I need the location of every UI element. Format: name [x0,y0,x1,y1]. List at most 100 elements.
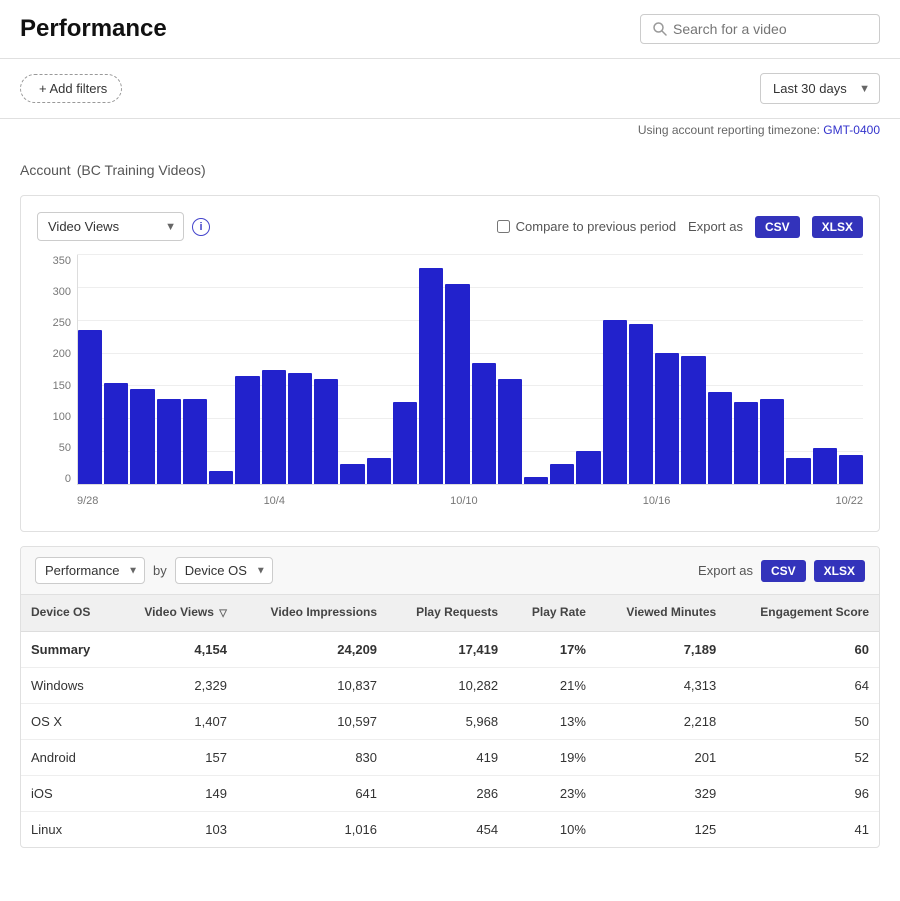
table-toolbar: Performance ▼ by Device OS Country Playe… [21,547,879,595]
account-section: Account (BC Training Videos) [0,145,900,181]
add-filters-label: + Add filters [39,81,107,96]
x-label-928: 9/28 [77,495,98,507]
row-engagement-score: 50 [726,703,879,739]
account-subtitle: (BC Training Videos) [77,162,206,178]
row-video-impressions: 10,837 [237,667,387,703]
account-title: Account [20,162,71,178]
table-row: Android 157 830 419 19% 201 52 [21,739,879,775]
row-viewed-minutes: 2,218 [596,703,726,739]
row-play-rate: 13% [508,703,596,739]
header: Performance [0,0,900,59]
table-csv-button[interactable]: CSV [761,560,806,582]
col-viewed-minutes: Viewed Minutes [596,595,726,631]
col-play-rate: Play Rate [508,595,596,631]
col-play-requests: Play Requests [387,595,508,631]
timezone-link[interactable]: GMT-0400 [823,123,880,137]
info-icon[interactable]: i [192,218,210,236]
bar-18 [550,464,574,484]
chart-container: Video Views Play Rate Video Impressions … [20,195,880,532]
col-video-impressions: Video Impressions [237,595,387,631]
col-device-os: Device OS [21,595,115,631]
chart-csv-button[interactable]: CSV [755,216,800,238]
summary-play-rate: 17% [508,631,596,667]
export-as-label: Export as [688,219,743,234]
metric-select[interactable]: Video Views Play Rate Video Impressions … [37,212,184,241]
x-label-1022: 10/22 [835,495,863,507]
by-label: by [153,563,167,578]
row-play-requests: 454 [387,811,508,847]
dimension-select-wrap: Device OS Country Player Video ▼ [175,557,273,584]
summary-viewed-minutes: 7,189 [596,631,726,667]
timezone-text: Using account reporting timezone: [638,123,820,137]
bar-20 [603,320,627,484]
y-label-200: 200 [53,348,71,360]
bar-17 [524,477,548,484]
bar-28 [813,448,837,484]
col-engagement-score: Engagement Score [726,595,879,631]
chart-bars [77,255,863,485]
chart-xlsx-button[interactable]: XLSX [812,216,863,238]
toolbar: + Add filters Last 30 days Last 7 days L… [0,59,900,119]
bar-25 [734,402,758,484]
add-filters-button[interactable]: + Add filters [20,74,122,103]
row-engagement-score: 52 [726,739,879,775]
row-device-os: Windows [21,667,115,703]
row-play-requests: 286 [387,775,508,811]
bar-14 [445,284,469,484]
row-play-rate: 10% [508,811,596,847]
row-video-views: 157 [115,739,237,775]
compare-label[interactable]: Compare to previous period [497,219,676,234]
row-video-views: 149 [115,775,237,811]
row-play-rate: 21% [508,667,596,703]
bar-27 [786,458,810,484]
row-play-requests: 10,282 [387,667,508,703]
search-input[interactable] [673,21,867,37]
row-play-requests: 5,968 [387,703,508,739]
table-xlsx-button[interactable]: XLSX [814,560,865,582]
row-video-impressions: 641 [237,775,387,811]
table-row: iOS 149 641 286 23% 329 96 [21,775,879,811]
bar-1 [104,383,128,484]
table-section: Performance ▼ by Device OS Country Playe… [20,546,880,848]
bar-chart-area: 0 50 100 150 200 250 300 350 9/28 10/4 1… [37,255,863,515]
compare-checkbox[interactable] [497,220,510,233]
bar-15 [472,363,496,484]
summary-engagement-score: 60 [726,631,879,667]
row-device-os: Linux [21,811,115,847]
bar-9 [314,379,338,484]
row-video-impressions: 10,597 [237,703,387,739]
row-play-requests: 419 [387,739,508,775]
bar-0 [78,330,102,484]
table-toolbar-right: Export as CSV XLSX [698,560,865,582]
dimension-select[interactable]: Device OS Country Player Video [175,557,273,584]
table-row: Windows 2,329 10,837 10,282 21% 4,313 64 [21,667,879,703]
bar-5 [209,471,233,484]
table-export-label: Export as [698,563,753,578]
y-label-300: 300 [53,286,71,298]
search-box [640,14,880,44]
y-label-50: 50 [59,442,71,454]
bar-12 [393,402,417,484]
summary-label: Summary [21,631,115,667]
metric-select-wrap: Video Views Play Rate Video Impressions … [37,212,184,241]
row-device-os: Android [21,739,115,775]
compare-text: Compare to previous period [516,219,676,234]
x-axis: 9/28 10/4 10/10 10/16 10/22 [77,487,863,515]
bar-7 [262,370,286,485]
row-video-impressions: 1,016 [237,811,387,847]
col-video-views: Video Views ▽ [115,595,237,631]
x-label-1016: 10/16 [643,495,671,507]
y-label-100: 100 [53,411,71,423]
bar-22 [655,353,679,484]
bar-26 [760,399,784,484]
performance-select-wrap: Performance ▼ [35,557,145,584]
date-range-select-wrap: Last 30 days Last 7 days Last 90 days Cu… [760,73,880,104]
row-viewed-minutes: 201 [596,739,726,775]
y-label-350: 350 [53,255,71,267]
performance-select[interactable]: Performance [35,557,145,584]
chart-controls-right: Compare to previous period Export as CSV… [497,216,863,238]
y-axis: 0 50 100 150 200 250 300 350 [37,255,77,485]
table-toolbar-left: Performance ▼ by Device OS Country Playe… [35,557,273,584]
date-range-select[interactable]: Last 30 days Last 7 days Last 90 days Cu… [760,73,880,104]
row-engagement-score: 96 [726,775,879,811]
